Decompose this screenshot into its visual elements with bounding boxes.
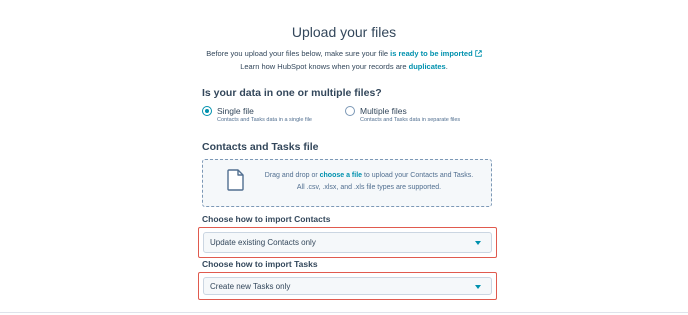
intro-line-2: Learn how HubSpot knows when your record… — [0, 60, 688, 73]
dropzone-prefix: Drag and drop or — [264, 172, 320, 179]
choose-file-link[interactable]: choose a file — [320, 172, 362, 179]
supported-file-types: All .csv, .xlsx, and .xls file types are… — [296, 184, 442, 191]
files-question-heading: Is your data in one or multiple files? — [202, 87, 382, 99]
multiple-files-description: Contacts and Tasks data in separate file… — [360, 117, 461, 123]
external-link-icon[interactable] — [474, 50, 482, 57]
multiple-files-radio[interactable] — [345, 106, 355, 116]
intro-line-2-suffix: . — [445, 62, 448, 71]
intro-line-1: Before you upload your files below, make… — [0, 47, 688, 60]
intro-text: Before you upload your files below, make… — [0, 47, 688, 73]
contacts-import-value: Update existing Contacts only — [210, 238, 316, 247]
dropzone-suffix: to upload your Contacts and Tasks. — [362, 172, 474, 179]
single-file-label: Single file — [217, 106, 254, 116]
multiple-files-label: Multiple files — [360, 106, 407, 116]
caret-down-icon — [475, 285, 481, 289]
tasks-import-value: Create new Tasks only — [210, 282, 291, 291]
file-dropzone[interactable]: Drag and drop or choose a file to upload… — [202, 159, 492, 207]
ready-to-import-link[interactable]: is ready to be imported — [390, 49, 473, 58]
upload-section-heading: Contacts and Tasks file — [202, 141, 319, 153]
single-file-description: Contacts and Tasks data in a single file — [217, 117, 312, 123]
tasks-import-label: Choose how to import Tasks — [202, 259, 318, 269]
tasks-import-select[interactable]: Create new Tasks only — [203, 277, 492, 295]
file-icon — [227, 169, 244, 191]
caret-down-icon — [475, 241, 481, 245]
tasks-import-highlight: Create new Tasks only — [198, 272, 497, 300]
page-title: Upload your files — [291, 24, 397, 40]
intro-line-2-text: Learn how HubSpot knows when your record… — [240, 62, 409, 71]
dropzone-instructions: Drag and drop or choose a file to upload… — [255, 172, 483, 179]
intro-line-1-text: Before you upload your files below, make… — [206, 49, 391, 58]
bottom-divider — [0, 312, 688, 313]
contacts-import-highlight: Update existing Contacts only — [198, 227, 497, 258]
single-file-radio[interactable] — [202, 106, 212, 116]
radio-selected-dot — [205, 109, 209, 113]
contacts-import-label: Choose how to import Contacts — [202, 214, 331, 224]
contacts-import-select[interactable]: Update existing Contacts only — [203, 232, 492, 253]
duplicates-link[interactable]: duplicates — [409, 62, 446, 71]
